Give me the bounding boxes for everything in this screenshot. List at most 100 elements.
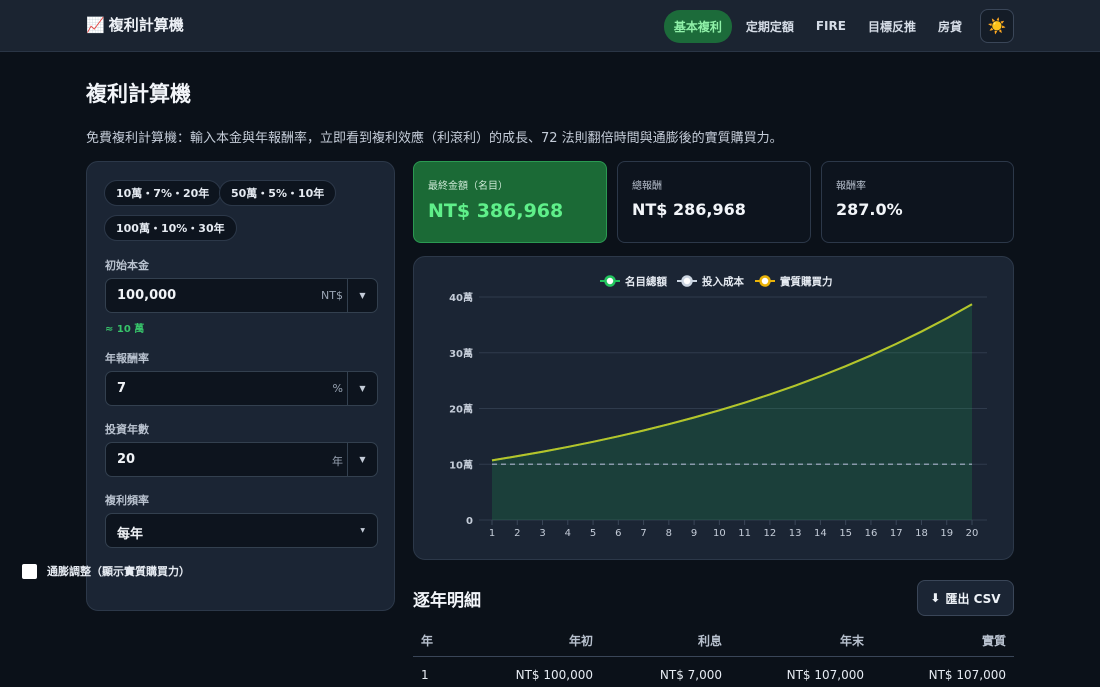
table-cell: 1 [421, 668, 429, 682]
chevron-down-icon: ▼ [359, 455, 366, 464]
x-tick-label: 19 [940, 528, 953, 539]
top-navigation-bar: 📈 複利計算機 基本複利 定期定額 FIRE 目標反推 房貸 ☀️ [0, 0, 1100, 52]
x-tick-label: 10 [713, 528, 726, 539]
preset-button-2[interactable]: 50萬・5%・10年 [219, 180, 337, 206]
rate-dropdown-button[interactable]: ▼ [347, 372, 377, 405]
x-tick-label: 15 [839, 528, 852, 539]
table-cell: NT$ 7,000 [659, 668, 722, 682]
sun-icon: ☀️ [987, 17, 1007, 35]
table-header-row: 年 年初 利息 年末 實質 [413, 621, 1014, 657]
rate-input[interactable]: 7 % ▼ [105, 371, 378, 406]
stat-value: NT$ 286,968 [632, 200, 746, 219]
x-tick-label: 4 [565, 528, 571, 539]
legend-swatch-marker [759, 275, 771, 287]
principal-unit: NT$ [321, 289, 343, 302]
years-value: 20 [117, 452, 136, 467]
y-tick-label: 10萬 [449, 458, 473, 471]
inflation-checkbox-label: 通膨調整（顯示實質購買力） [47, 565, 190, 578]
nav-item-regular-investment[interactable]: 定期定額 [738, 10, 802, 43]
chart-increasing-icon: 📈 [86, 15, 105, 34]
inflation-option[interactable]: 通膨調整（顯示實質購買力） [22, 563, 190, 579]
rate-unit: % [332, 382, 343, 395]
frequency-value: 每年 [117, 527, 144, 542]
x-tick-label: 18 [915, 528, 928, 539]
table-header-cell: 年初 [568, 634, 593, 648]
table-section-title: 逐年明細 [413, 591, 481, 611]
x-tick-label: 14 [814, 528, 827, 539]
y-tick-label: 0 [466, 516, 473, 527]
frequency-select[interactable]: 每年 ▼ [105, 513, 378, 548]
x-tick-label: 3 [539, 528, 545, 539]
x-tick-label: 8 [666, 528, 672, 539]
export-csv-label: 匯出 CSV [945, 591, 1001, 606]
principal-dropdown-button[interactable]: ▼ [347, 279, 377, 312]
stat-value: 287.0% [836, 200, 903, 219]
legend-label: 實質購買力 [780, 275, 833, 288]
growth-chart: 010萬20萬30萬40萬1 2 3 4 5 6 7 8 9 10 11 12 13 14 15 16 17 18… [449, 275, 987, 539]
chevron-down-icon: ▼ [360, 527, 365, 534]
x-tick-label: 1 [489, 528, 495, 539]
chevron-down-icon: ▼ [359, 291, 366, 300]
chevron-down-icon: ▼ [359, 384, 366, 393]
x-tick-label: 12 [764, 528, 777, 539]
x-tick-label: 20 [966, 528, 979, 539]
years-dropdown-button[interactable]: ▼ [347, 443, 377, 476]
legend-label: 投入成本 [702, 275, 744, 288]
theme-toggle-button[interactable]: ☀️ [980, 9, 1014, 43]
input-panel: 10萬・7%・20年 50萬・5%・10年 100萬・10%・30年 初始本金 … [86, 161, 395, 611]
x-tick-label: 6 [615, 528, 621, 539]
inflation-checkbox[interactable] [22, 563, 37, 579]
growth-chart-panel: 0 10萬 20萬 30萬 40萬 1 2 3 4 5 6 7 8 9 10 11 12 13 14 15 16 17 18… [413, 256, 1014, 560]
stat-value: NT$ 386,968 [428, 200, 564, 222]
table-header-cell: 利息 [697, 634, 722, 648]
principal-value: 100,000 [117, 288, 177, 303]
legend-swatch-marker [604, 275, 616, 287]
series-area-nominal [492, 304, 972, 520]
x-tick-label: 5 [590, 528, 596, 539]
main-nav: 基本複利 定期定額 FIRE 目標反推 房貸 ☀️ [663, 9, 1014, 43]
stat-card-final-amount: 最終金額（名目） NT$ 386,968 [413, 161, 607, 243]
principal-label: 初始本金 [105, 259, 149, 272]
table-header-cell: 年末 [839, 634, 864, 648]
y-tick-label: 40萬 [449, 291, 473, 304]
years-input[interactable]: 20 年 ▼ [105, 442, 378, 477]
y-tick-label: 20萬 [449, 403, 473, 416]
x-tick-label: 9 [691, 528, 697, 539]
brand-link[interactable]: 📈 複利計算機 [86, 14, 184, 35]
rate-label: 年報酬率 [105, 352, 149, 365]
years-unit: 年 [332, 455, 343, 468]
x-tick-label: 17 [890, 528, 903, 539]
preset-button-1[interactable]: 10萬・7%・20年 [104, 180, 222, 206]
x-tick-label: 7 [640, 528, 646, 539]
table-row: 1 NT$ 100,000 NT$ 7,000 NT$ 107,000 NT$ … [413, 657, 1014, 687]
table-cell: NT$ 100,000 [515, 668, 593, 682]
stat-label: 報酬率 [836, 181, 866, 192]
nav-item-basic-compound[interactable]: 基本複利 [663, 9, 732, 43]
export-csv-button[interactable]: ⬇ 匯出 CSV [917, 580, 1014, 616]
x-tick-label: 11 [738, 528, 751, 539]
table-header-cell: 年 [421, 634, 434, 648]
download-arrow-icon: ⬇ [930, 591, 941, 605]
legend-swatch-marker [681, 275, 693, 287]
preset-button-3[interactable]: 100萬・10%・30年 [104, 215, 237, 241]
nav-item-mortgage[interactable]: 房貸 [930, 10, 970, 43]
stat-label: 最終金額（名目） [428, 181, 508, 192]
nav-item-goal-reverse[interactable]: 目標反推 [860, 10, 924, 43]
table-cell: NT$ 107,000 [786, 668, 864, 682]
table-header-cell: 實質 [981, 634, 1006, 648]
brand-name: 複利計算機 [108, 16, 184, 34]
page-description: 免費複利計算機：輸入本金與年報酬率，立即看到複利效應（利滾利）的成長、72 法則… [86, 131, 783, 146]
frequency-label: 複利頻率 [105, 494, 149, 507]
x-tick-label: 2 [514, 528, 520, 539]
rate-value: 7 [117, 381, 127, 396]
nav-item-fire[interactable]: FIRE [808, 11, 854, 41]
x-tick-label: 13 [789, 528, 802, 539]
page-title: 複利計算機 [86, 82, 191, 106]
stat-card-total-return: 總報酬 NT$ 286,968 [617, 161, 811, 243]
legend-label: 名目總額 [625, 275, 667, 288]
stat-card-return-rate: 報酬率 287.0% [821, 161, 1014, 243]
stat-label: 總報酬 [632, 181, 662, 192]
years-label: 投資年數 [105, 423, 149, 436]
table-cell: NT$ 107,000 [928, 668, 1006, 682]
principal-input[interactable]: 100,000 NT$ ▼ [105, 278, 378, 313]
